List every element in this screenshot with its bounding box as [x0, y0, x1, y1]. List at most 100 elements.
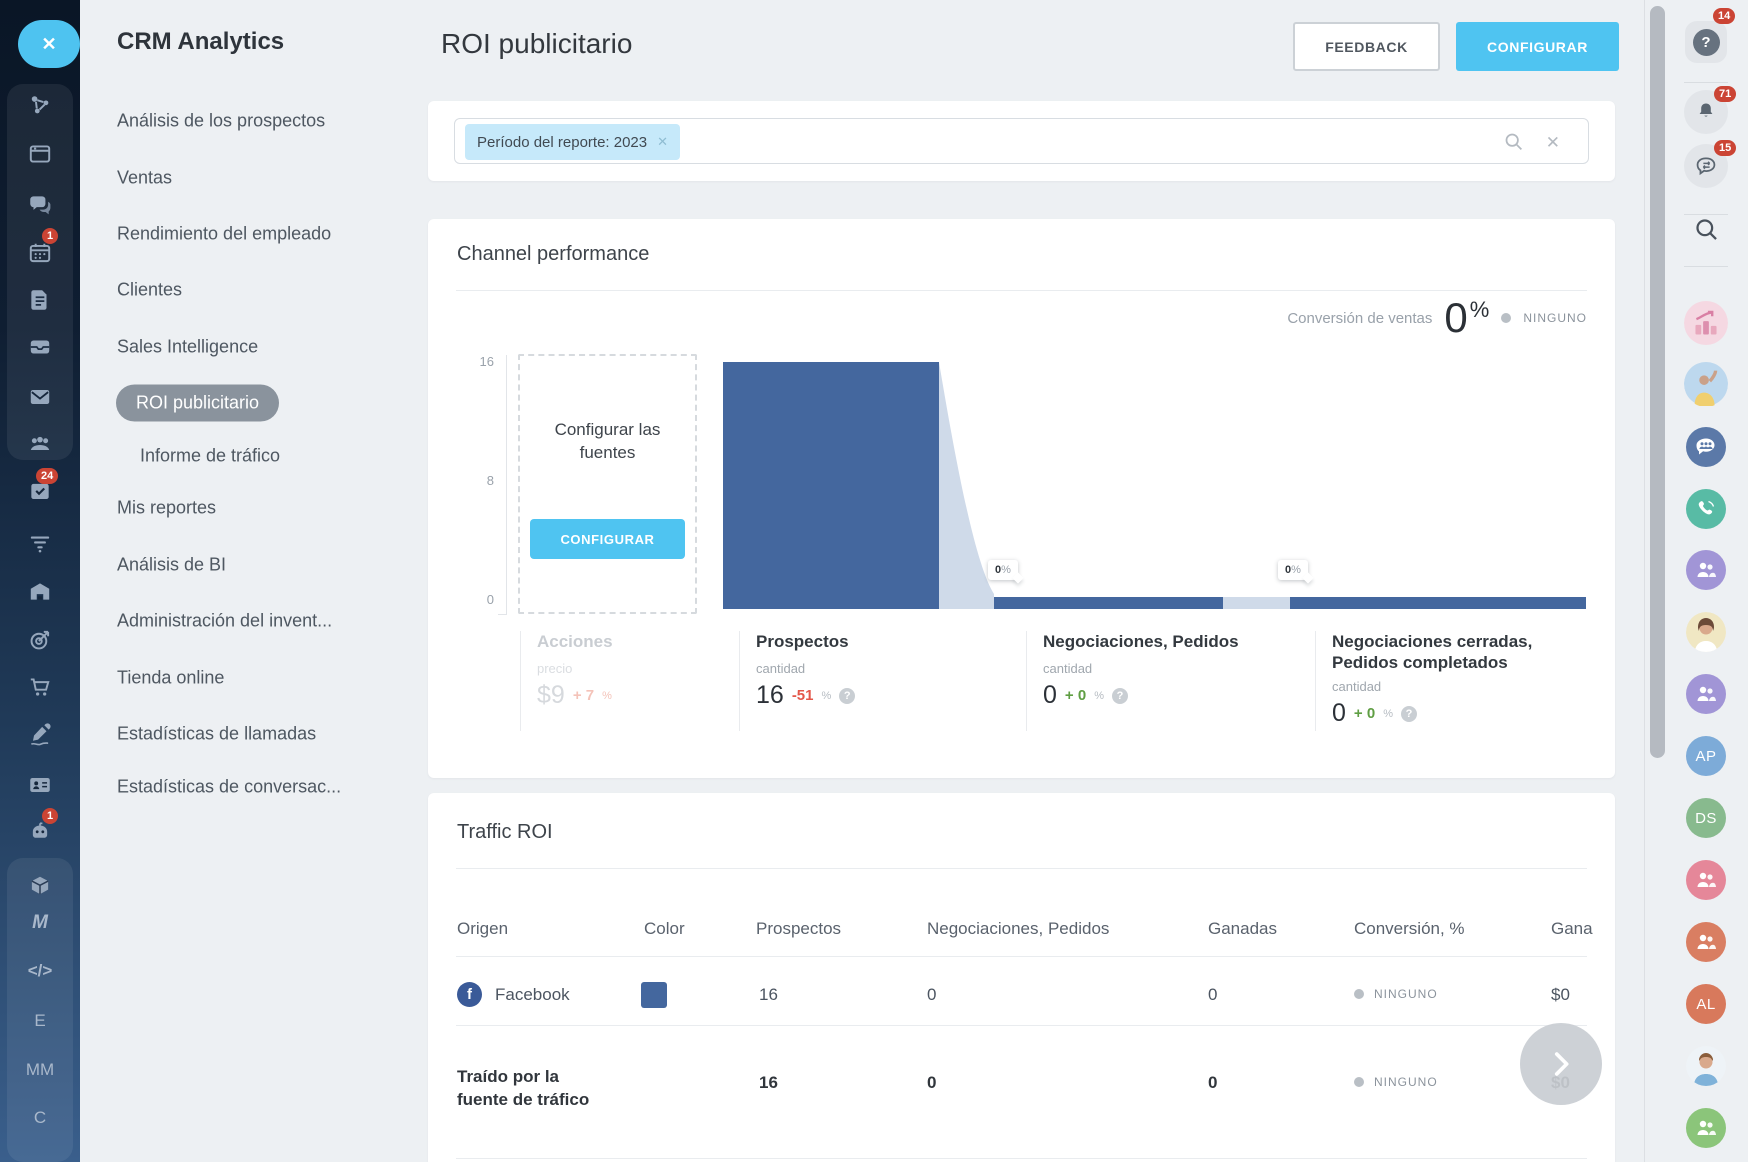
channel-group-4[interactable]: [1684, 922, 1728, 962]
cell-ganadas: 0: [1208, 985, 1218, 1004]
col-header-prospectos[interactable]: Prospectos: [756, 919, 841, 939]
tasks-badge: 24: [36, 468, 59, 484]
chip-remove-icon[interactable]: [657, 134, 668, 150]
mail-icon[interactable]: [0, 384, 80, 410]
channel-phone[interactable]: [1684, 489, 1728, 529]
filter-search-input[interactable]: Período del reporte: 2023: [454, 118, 1589, 164]
filter-chip-report-period[interactable]: Período del reporte: 2023: [465, 124, 681, 160]
group-chat-icon: [1696, 438, 1715, 455]
drive-icon[interactable]: [0, 334, 80, 360]
stage-delta-unit: %: [602, 689, 612, 702]
cell-origin[interactable]: Facebook: [495, 985, 570, 1005]
sidebar-item-estadisticas-llamadas[interactable]: Estadísticas de llamadas: [117, 724, 316, 745]
configure-sources-button[interactable]: CONFIGURAR: [530, 519, 685, 559]
cell-negociaciones: 0: [927, 1073, 937, 1092]
people-icon: [1697, 1120, 1716, 1135]
sidebar-item-analisis-bi[interactable]: Análisis de BI: [117, 555, 226, 576]
search-icon[interactable]: [1503, 131, 1524, 152]
filter-clear-icon[interactable]: [1546, 133, 1560, 153]
cell-color-chip: [641, 982, 667, 1008]
divider: [1684, 214, 1728, 215]
col-header-color[interactable]: Color: [644, 919, 685, 939]
divider: [456, 956, 1587, 957]
app-c-icon[interactable]: C: [0, 1108, 80, 1128]
m-logo-icon[interactable]: M: [0, 912, 80, 934]
warehouse-icon[interactable]: [0, 579, 80, 605]
col-header-negociaciones[interactable]: Negociaciones, Pedidos: [927, 919, 1109, 939]
channel-group-2[interactable]: [1684, 674, 1728, 714]
chat-icon[interactable]: [0, 192, 80, 218]
col-header-ganadas[interactable]: Ganadas: [1208, 919, 1277, 939]
assistant-badge: 1: [42, 808, 59, 824]
col-header-ganancia[interactable]: Gana: [1551, 919, 1593, 939]
groups-icon[interactable]: [0, 431, 80, 457]
avatar-initials-ds[interactable]: DS: [1684, 798, 1728, 838]
marketing-target-icon[interactable]: [0, 627, 80, 653]
avatar-market-illustration[interactable]: [1684, 300, 1728, 346]
col-header-conversion[interactable]: Conversión, %: [1354, 919, 1465, 939]
assistant-robot-icon[interactable]: [0, 819, 80, 845]
table-scroll-next-button[interactable]: [1520, 1023, 1602, 1105]
left-icon-rail: 1 24 1 M </> E MM C: [0, 0, 80, 1162]
avatar-initials: AL: [1696, 995, 1716, 1013]
help-icon[interactable]: [1400, 705, 1417, 722]
search-button[interactable]: [1684, 216, 1728, 243]
app-e-icon[interactable]: E: [0, 1011, 80, 1031]
contact-card-icon[interactable]: [0, 772, 80, 798]
sidebar-item-sales-intelligence[interactable]: Sales Intelligence: [117, 337, 258, 358]
stage-label: Negociaciones cerradas,: [1332, 632, 1533, 651]
sidebar-item-administracion-inventario[interactable]: Administración del invent...: [117, 611, 332, 632]
help-icon[interactable]: [839, 687, 856, 704]
network-icon[interactable]: [0, 92, 80, 118]
col-header-origen[interactable]: Origen: [457, 919, 508, 939]
document-icon[interactable]: [0, 287, 80, 313]
sign-pen-icon[interactable]: [0, 722, 80, 748]
channel-group-1[interactable]: [1684, 550, 1728, 590]
sidebar-item-clientes[interactable]: Clientes: [117, 280, 182, 301]
avatar-user-photo-1[interactable]: [1684, 361, 1728, 407]
funnel-conversion-badge-1: 0%: [988, 560, 1018, 580]
channel-group-3[interactable]: [1684, 860, 1728, 900]
sidebar-item-ventas[interactable]: Ventas: [117, 168, 172, 189]
sidebar-item-tienda-online[interactable]: Tienda online: [117, 668, 224, 689]
channel-group-5[interactable]: [1684, 1108, 1728, 1148]
sites-icon[interactable]: [0, 141, 80, 167]
help-button[interactable]: [1684, 21, 1728, 63]
crm-funnel-icon[interactable]: [0, 530, 80, 556]
sidebar-item-informe-trafico[interactable]: Informe de tráfico: [140, 446, 280, 467]
app-mm-icon[interactable]: MM: [0, 1060, 80, 1080]
stage-delta-unit: %: [1383, 707, 1393, 720]
scrollbar[interactable]: [1650, 6, 1665, 758]
configure-button[interactable]: CONFIGURAR: [1456, 22, 1619, 71]
funnel-bar-negociaciones[interactable]: [994, 597, 1223, 609]
divider: [456, 1025, 1587, 1026]
stage-metric: cantidad: [1332, 679, 1382, 694]
avatar-user-photo-3[interactable]: [1684, 1046, 1728, 1086]
stage-label-line2: Pedidos completados: [1332, 653, 1508, 672]
help-badge: 14: [1713, 8, 1736, 24]
funnel-bar-prospectos[interactable]: [723, 362, 939, 609]
avatar-initials: DS: [1695, 809, 1717, 827]
messages-badge: 15: [1714, 140, 1737, 156]
help-icon[interactable]: [1111, 687, 1128, 704]
avatar-initials-al[interactable]: AL: [1684, 984, 1728, 1024]
search-icon: [1695, 219, 1717, 240]
cell-origin: Traído por la fuente de tráfico: [457, 1067, 590, 1109]
close-menu-button[interactable]: [18, 20, 80, 68]
feedback-button[interactable]: FEEDBACK: [1293, 22, 1440, 71]
code-app-icon[interactable]: </>: [0, 961, 80, 981]
shop-cart-icon[interactable]: [0, 674, 80, 700]
channel-title: Channel performance: [457, 243, 650, 265]
sidebar-item-analisis-prospectos[interactable]: Análisis de los prospectos: [117, 111, 325, 132]
stage-delta-unit: %: [821, 689, 832, 702]
sidebar-item-rendimiento[interactable]: Rendimiento del empleado: [117, 224, 331, 245]
funnel-bar-cerradas[interactable]: [1290, 597, 1586, 609]
sidebar-item-roi-publicitario[interactable]: ROI publicitario: [116, 384, 280, 422]
avatar-initials-ap[interactable]: AP: [1684, 736, 1728, 776]
channel-group-chat[interactable]: [1684, 427, 1728, 467]
cube-app-icon[interactable]: [0, 873, 80, 899]
avatar-user-photo-2[interactable]: [1684, 612, 1728, 652]
calendar-icon[interactable]: [0, 240, 80, 266]
sidebar-item-estadisticas-conversaciones[interactable]: Estadísticas de conversac...: [117, 777, 341, 798]
sidebar-item-mis-reportes[interactable]: Mis reportes: [117, 498, 216, 519]
